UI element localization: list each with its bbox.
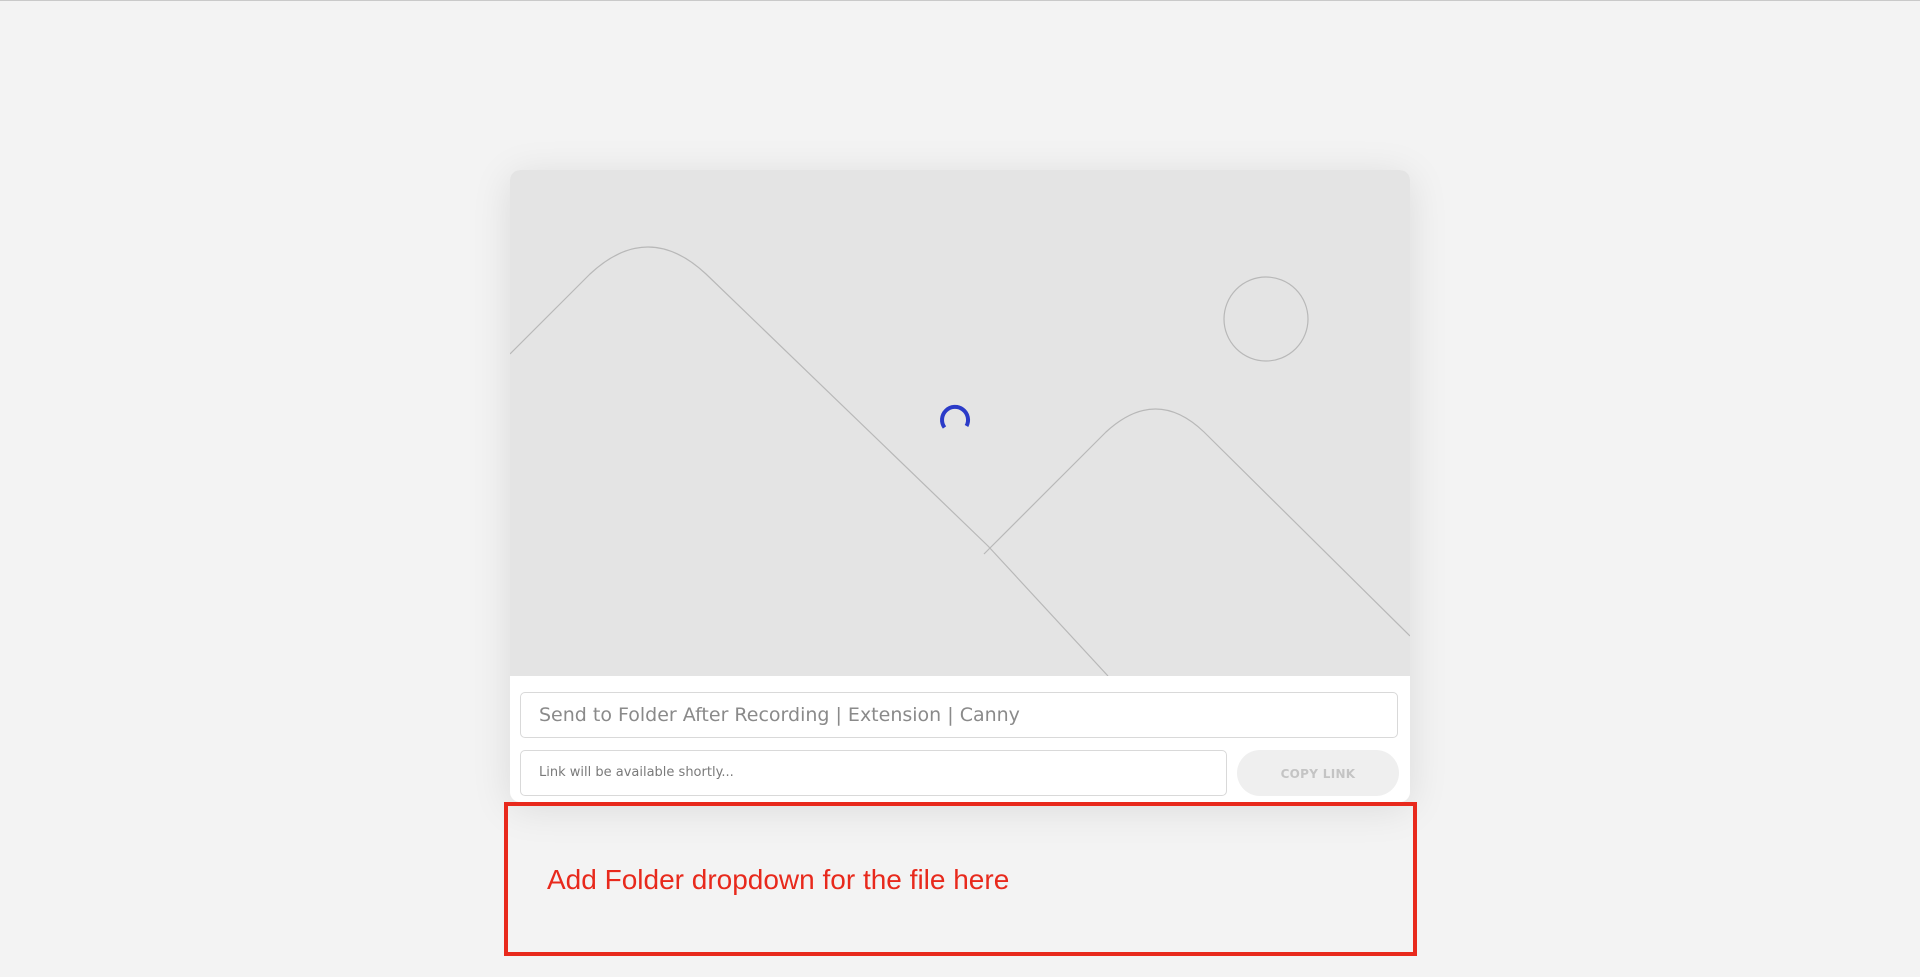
recording-title-input[interactable]: Send to Folder After Recording | Extensi… [520,692,1398,738]
folder-dropdown-annotation: Add Folder dropdown for the file here [504,802,1417,956]
window-top-border [0,0,1920,1]
copy-link-button[interactable]: COPY LINK [1237,750,1399,796]
share-link-field[interactable]: Link will be available shortly... [520,750,1227,796]
annotation-label: Add Folder dropdown for the file here [547,864,1010,895]
video-preview [510,170,1410,676]
loading-spinner-icon [940,404,971,429]
recording-card: Send to Folder After Recording | Extensi… [510,170,1410,802]
